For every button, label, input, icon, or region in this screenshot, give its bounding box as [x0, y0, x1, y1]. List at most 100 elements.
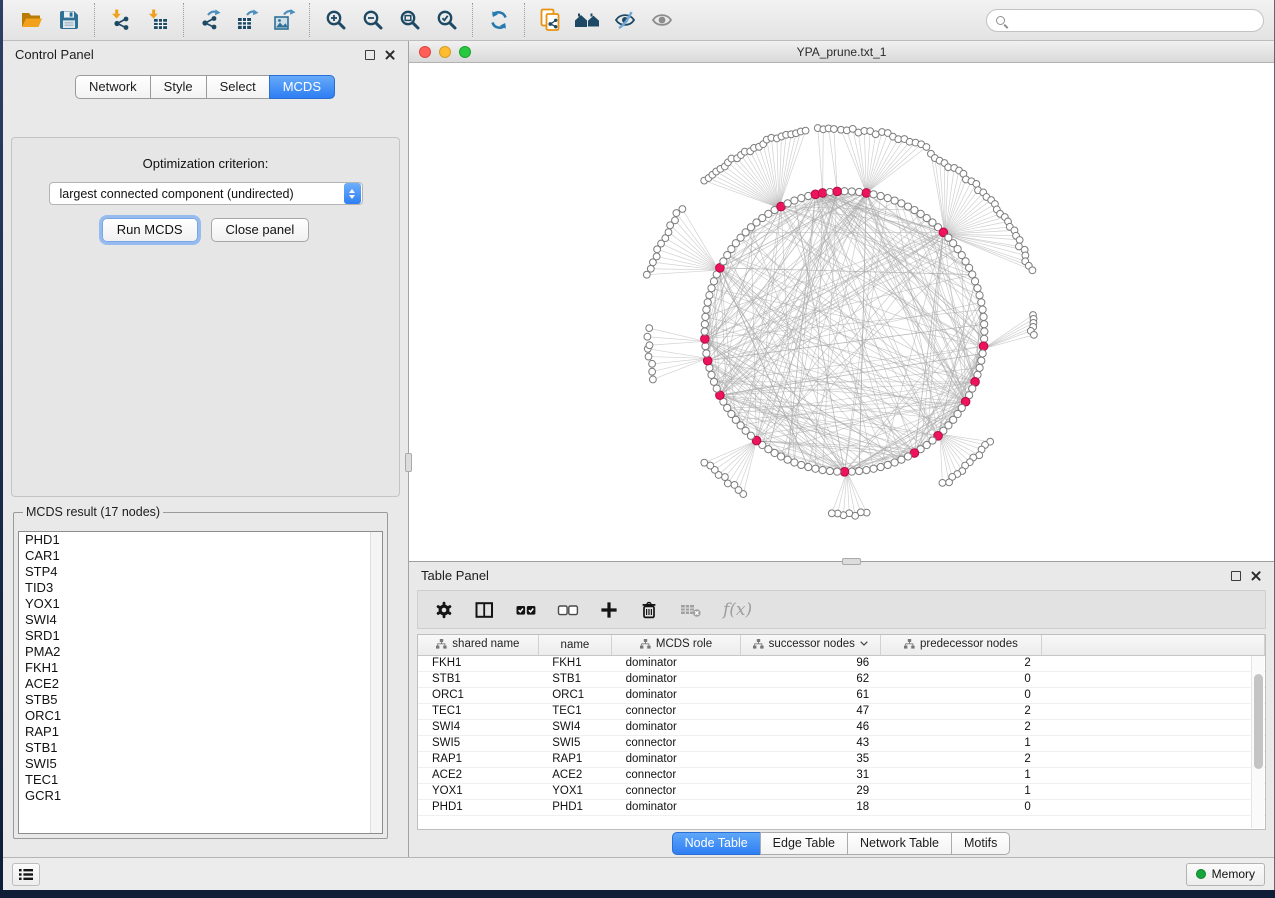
zoom-in-button[interactable]	[317, 4, 354, 36]
mcds-result-item[interactable]: TEC1	[19, 772, 382, 788]
mcds-result-item[interactable]: GCR1	[19, 788, 382, 804]
network-graph[interactable]	[409, 63, 1274, 561]
delete-table-button[interactable]	[679, 600, 703, 620]
hide-eye-button[interactable]	[606, 4, 643, 36]
maximize-window-icon[interactable]	[459, 46, 471, 58]
save-session-button[interactable]	[50, 4, 87, 36]
search-icon	[996, 16, 1005, 25]
column-header-predecessor-nodes[interactable]: predecessor nodes	[880, 635, 1042, 655]
mcds-result-item[interactable]: SWI5	[19, 756, 382, 772]
import-table-button[interactable]	[139, 4, 176, 36]
gear-button[interactable]	[434, 600, 454, 620]
network-window-titlebar[interactable]: YPA_prune.txt_1	[409, 41, 1274, 63]
main-toolbar	[3, 0, 1274, 41]
column-header-shared-name[interactable]: shared name	[418, 635, 538, 655]
table-row[interactable]: STB1STB1dominator620	[418, 671, 1265, 687]
horizontal-splitter-handle[interactable]	[842, 558, 861, 565]
table-scrollbar-track[interactable]	[1251, 656, 1264, 828]
group-column-icon	[753, 639, 764, 649]
run-mcds-button[interactable]: Run MCDS	[102, 218, 198, 242]
mcds-result-item[interactable]: STB1	[19, 740, 382, 756]
tab-network-table[interactable]: Network Table	[847, 832, 952, 855]
mcds-result-item[interactable]: CAR1	[19, 548, 382, 564]
float-panel-icon[interactable]	[365, 50, 375, 60]
table-scrollbar-thumb[interactable]	[1254, 674, 1263, 769]
columns-button[interactable]	[474, 600, 495, 620]
mcds-result-item[interactable]: RAP1	[19, 724, 382, 740]
memory-button[interactable]: Memory	[1186, 863, 1265, 886]
refresh-button[interactable]	[480, 4, 517, 36]
mcds-result-item[interactable]: STP4	[19, 564, 382, 580]
import-network-button[interactable]	[102, 4, 139, 36]
export-table-button[interactable]	[228, 4, 265, 36]
node-table: shared namenameMCDS rolesuccessor nodesp…	[418, 635, 1265, 816]
group-column-icon	[640, 639, 651, 649]
sort-desc-icon	[860, 641, 868, 646]
column-header-successor-nodes[interactable]: successor nodes	[740, 635, 880, 655]
zoom-out-button[interactable]	[354, 4, 391, 36]
float-table-panel-icon[interactable]	[1231, 571, 1241, 581]
mcds-result-group: MCDS result (17 nodes) PHD1CAR1STP4TID3Y…	[13, 505, 388, 839]
vertical-splitter-handle[interactable]	[405, 453, 412, 472]
close-table-panel-icon[interactable]	[1250, 570, 1262, 582]
tab-motifs[interactable]: Motifs	[951, 832, 1010, 855]
close-panel-icon[interactable]	[384, 49, 396, 61]
add-column-button[interactable]	[599, 600, 619, 620]
table-row[interactable]: PHD1PHD1dominator180	[418, 799, 1265, 815]
mcds-result-item[interactable]: ACE2	[19, 676, 382, 692]
export-network-button[interactable]	[191, 4, 228, 36]
column-header-name[interactable]: name	[538, 635, 611, 655]
export-image-button[interactable]	[265, 4, 302, 36]
status-menu-button[interactable]	[12, 863, 40, 886]
duplicate-network-button[interactable]	[532, 4, 569, 36]
close-panel-button[interactable]: Close panel	[211, 218, 310, 242]
zoom-fit-button[interactable]	[391, 4, 428, 36]
control-panel: Control Panel NetworkStyleSelectMCDS Opt…	[3, 41, 409, 857]
mcds-result-item[interactable]: ORC1	[19, 708, 382, 724]
table-row[interactable]: ACE2ACE2connector311	[418, 767, 1265, 783]
tab-style[interactable]: Style	[150, 75, 207, 99]
close-window-icon[interactable]	[419, 46, 431, 58]
tab-edge-table[interactable]: Edge Table	[760, 832, 848, 855]
tab-node-table[interactable]: Node Table	[672, 832, 761, 855]
mcds-result-list[interactable]: PHD1CAR1STP4TID3YOX1SWI4SRD1PMA2FKH1ACE2…	[18, 531, 383, 834]
minimize-window-icon[interactable]	[439, 46, 451, 58]
mcds-result-item[interactable]: PMA2	[19, 644, 382, 660]
eye-button[interactable]	[643, 4, 680, 36]
tab-network[interactable]: Network	[75, 75, 151, 99]
zoom-selected-button[interactable]	[428, 4, 465, 36]
mcds-result-item[interactable]: SRD1	[19, 628, 382, 644]
table-toolbar: f(x)	[417, 590, 1266, 629]
deselect-all-button[interactable]	[557, 600, 579, 620]
tab-mcds[interactable]: MCDS	[269, 75, 335, 99]
open-file-button[interactable]	[13, 4, 50, 36]
list-scrollbar-track[interactable]	[370, 532, 382, 833]
table-row[interactable]: ORC1ORC1dominator610	[418, 687, 1265, 703]
select-all-button[interactable]	[515, 600, 537, 620]
function-builder-button[interactable]: f(x)	[723, 600, 752, 620]
search-input[interactable]	[1011, 13, 1254, 27]
table-row[interactable]: TEC1TEC1connector472	[418, 703, 1265, 719]
node-table-container: shared namenameMCDS rolesuccessor nodesp…	[417, 634, 1266, 830]
show-networks-home-button[interactable]	[569, 4, 606, 36]
mcds-result-item[interactable]: YOX1	[19, 596, 382, 612]
table-row[interactable]: RAP1RAP1dominator352	[418, 751, 1265, 767]
tab-select[interactable]: Select	[206, 75, 270, 99]
mcds-result-item[interactable]: TID3	[19, 580, 382, 596]
mcds-result-item[interactable]: STB5	[19, 692, 382, 708]
table-row[interactable]: FKH1FKH1dominator962	[418, 655, 1265, 671]
mcds-result-item[interactable]: SWI4	[19, 612, 382, 628]
network-canvas[interactable]	[409, 63, 1274, 561]
column-header-mcds-role[interactable]: MCDS role	[612, 635, 741, 655]
zoom-in-icon	[324, 8, 348, 32]
refresh-icon	[487, 8, 511, 32]
criterion-select[interactable]: largest connected component (undirected)	[49, 182, 363, 205]
table-row[interactable]: SWI4SWI4dominator462	[418, 719, 1265, 735]
table-row[interactable]: SWI5SWI5connector431	[418, 735, 1265, 751]
open-folder-icon	[20, 8, 44, 32]
search-field[interactable]	[986, 9, 1264, 32]
mcds-result-item[interactable]: FKH1	[19, 660, 382, 676]
table-row[interactable]: YOX1YOX1connector291	[418, 783, 1265, 799]
mcds-result-item[interactable]: PHD1	[19, 532, 382, 548]
delete-column-button[interactable]	[639, 600, 659, 620]
